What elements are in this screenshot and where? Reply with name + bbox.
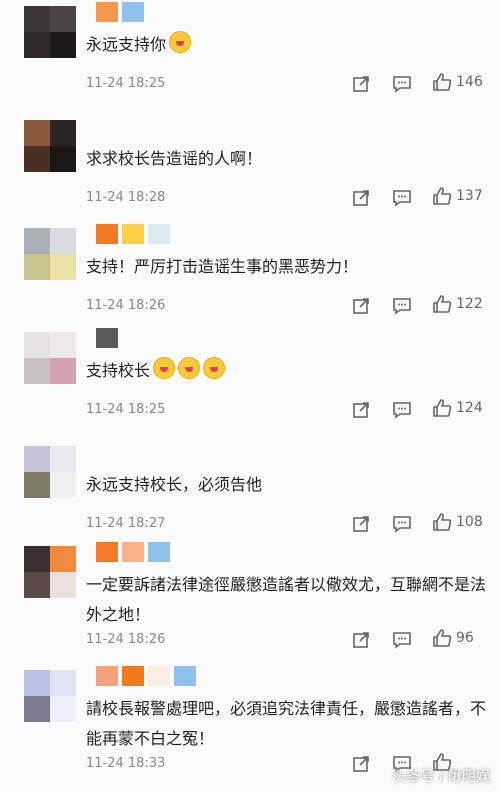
avatar[interactable]	[24, 546, 76, 598]
like-count: 122	[456, 296, 483, 312]
username-pixelated[interactable]	[96, 328, 118, 348]
emoji-icon	[203, 357, 226, 379]
comment-text: 請校長報警處理吧，必須追究法律責任，嚴懲造謠者，不能再蒙不白之冤！	[86, 699, 487, 748]
comment-text: 一定要訴諸法律途徑嚴懲造謠者以儆效尤，互聯網不是法外之地！	[86, 575, 487, 624]
comment-timestamp: 11-24 18:33	[86, 756, 166, 771]
watermark: 头条号 / 瞅明娱	[392, 769, 490, 785]
like-button[interactable]: 137	[432, 187, 483, 205]
share-icon[interactable]	[352, 189, 370, 207]
like-button[interactable]: 96	[432, 629, 474, 647]
like-button[interactable]: 124	[432, 399, 483, 417]
share-icon[interactable]	[352, 75, 370, 93]
like-count: 124	[456, 400, 483, 416]
username-pixelated[interactable]	[96, 2, 144, 22]
like-button[interactable]: 122	[432, 295, 483, 313]
share-icon[interactable]	[352, 631, 370, 649]
comment-timestamp: 11-24 18:26	[86, 298, 166, 313]
comment-timestamp: 11-24 18:28	[86, 190, 166, 205]
emoji-icon	[153, 357, 176, 379]
comment-icon[interactable]	[392, 75, 412, 93]
comment-icon[interactable]	[392, 297, 412, 315]
share-icon[interactable]	[352, 297, 370, 315]
like-count: 137	[456, 188, 483, 204]
share-icon[interactable]	[352, 515, 370, 533]
comment-icon[interactable]	[392, 189, 412, 207]
comment-timestamp: 11-24 18:25	[86, 402, 166, 417]
like-count: 108	[456, 514, 483, 530]
emoji-icon	[178, 357, 201, 379]
emoji-icon	[169, 31, 192, 53]
share-icon[interactable]	[352, 401, 370, 419]
like-button[interactable]: 108	[432, 513, 483, 531]
avatar[interactable]	[24, 120, 76, 172]
comment-icon[interactable]	[392, 515, 412, 533]
comment-icon[interactable]	[392, 631, 412, 649]
avatar[interactable]	[24, 446, 76, 498]
comment-text: 永远支持校长，必须告他	[86, 475, 263, 494]
share-icon[interactable]	[352, 755, 370, 773]
username-pixelated[interactable]	[96, 666, 196, 686]
comment-text: 永远支持你	[86, 30, 488, 60]
like-count: 96	[456, 630, 474, 646]
comment-text: 支持！严厉打击造谣生事的黑恶势力！	[86, 257, 359, 276]
avatar[interactable]	[24, 6, 76, 58]
comment-timestamp: 11-24 18:27	[86, 516, 166, 531]
comment-timestamp: 11-24 18:26	[86, 632, 166, 647]
like-count: 146	[456, 74, 483, 90]
like-button[interactable]: 146	[432, 73, 483, 91]
avatar[interactable]	[24, 228, 76, 280]
comment-text: 求求校长告造谣的人啊！	[86, 149, 263, 168]
username-pixelated[interactable]	[96, 224, 170, 244]
comment-text: 支持校长	[86, 356, 488, 386]
username-pixelated[interactable]	[96, 542, 170, 562]
avatar[interactable]	[24, 332, 76, 384]
comment-timestamp: 11-24 18:25	[86, 76, 166, 91]
comment-icon[interactable]	[392, 401, 412, 419]
avatar[interactable]	[24, 670, 76, 722]
